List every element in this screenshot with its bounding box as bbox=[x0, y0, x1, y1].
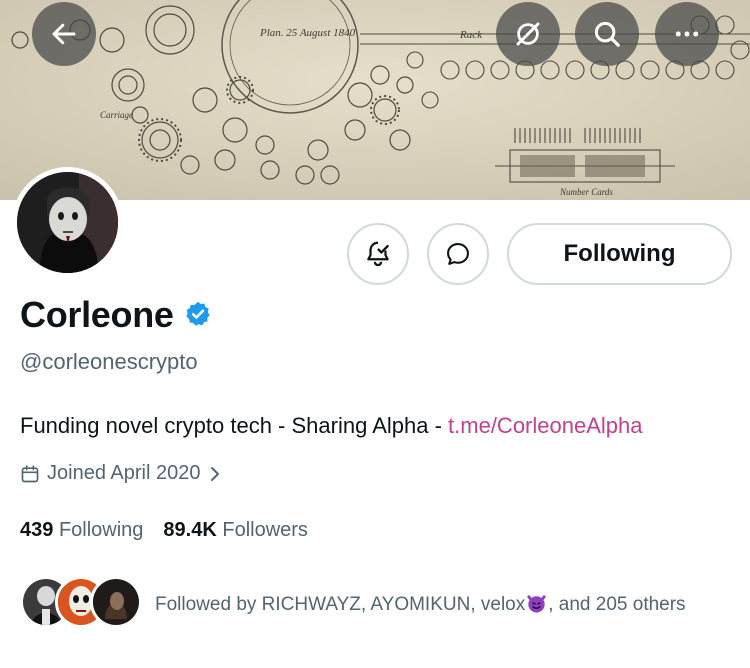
grok-button[interactable] bbox=[496, 2, 560, 66]
smiling-devil-icon bbox=[525, 591, 548, 614]
followed-by-names: Followed by RICHWAYZ, AYOMIKUN, velox bbox=[155, 594, 526, 615]
grok-slash-icon bbox=[516, 22, 540, 46]
more-button[interactable] bbox=[655, 2, 719, 66]
profile-banner[interactable]: Plan. 25 August 1840 Rack Carriage Numbe… bbox=[0, 0, 750, 200]
following-count: 439 bbox=[20, 519, 54, 541]
bell-check-icon bbox=[367, 241, 389, 267]
joined-date[interactable]: Joined April 2020 bbox=[20, 462, 222, 485]
display-name: Corleone bbox=[20, 294, 174, 335]
following-button[interactable]: Following bbox=[507, 223, 732, 285]
followers-count: 89.4K bbox=[163, 519, 217, 541]
svg-text:Number Cards: Number Cards bbox=[559, 187, 613, 197]
bio-text: Funding novel crypto tech - Sharing Alph… bbox=[20, 413, 449, 438]
svg-text:Carriage: Carriage bbox=[100, 110, 133, 120]
followed-by-tail: , and 205 others bbox=[548, 594, 686, 615]
bio-link[interactable]: t.me/CorleoneAlpha bbox=[448, 413, 642, 438]
search-icon bbox=[594, 21, 620, 47]
joined-label: Joined April 2020 bbox=[47, 462, 201, 484]
name-row: Corleone bbox=[20, 294, 212, 336]
svg-text:Plan. 25 August 1840: Plan. 25 August 1840 bbox=[259, 27, 356, 39]
followers-stat[interactable]: 89.4K Followers bbox=[163, 519, 308, 542]
followed-by-text[interactable]: Followed by RICHWAYZ, AYOMIKUN, velox , a… bbox=[155, 591, 686, 616]
follow-stats: 439 Following 89.4K Followers bbox=[20, 519, 328, 542]
chat-bubble-icon bbox=[447, 243, 469, 265]
calendar-icon bbox=[21, 464, 39, 482]
profile-handle: @corleonescrypto bbox=[20, 349, 198, 374]
followed-by-avatars[interactable] bbox=[20, 576, 142, 628]
profile-avatar[interactable] bbox=[12, 167, 123, 278]
message-button[interactable] bbox=[427, 223, 489, 285]
back-button[interactable] bbox=[32, 2, 96, 66]
followers-stat-label: Followers bbox=[222, 519, 308, 541]
avatar-image bbox=[17, 172, 118, 273]
notifications-button[interactable] bbox=[347, 223, 409, 285]
svg-text:Rack: Rack bbox=[459, 29, 483, 41]
search-button[interactable] bbox=[575, 2, 639, 66]
profile-bio: Funding novel crypto tech - Sharing Alph… bbox=[20, 413, 642, 439]
chevron-right-icon bbox=[211, 466, 220, 481]
more-horizontal-icon bbox=[675, 31, 699, 37]
follower-avatar bbox=[90, 576, 142, 628]
following-stat[interactable]: 439 Following bbox=[20, 519, 143, 542]
arrow-left-icon bbox=[52, 23, 76, 45]
following-stat-label: Following bbox=[58, 519, 144, 541]
verified-badge-icon[interactable] bbox=[184, 300, 212, 333]
